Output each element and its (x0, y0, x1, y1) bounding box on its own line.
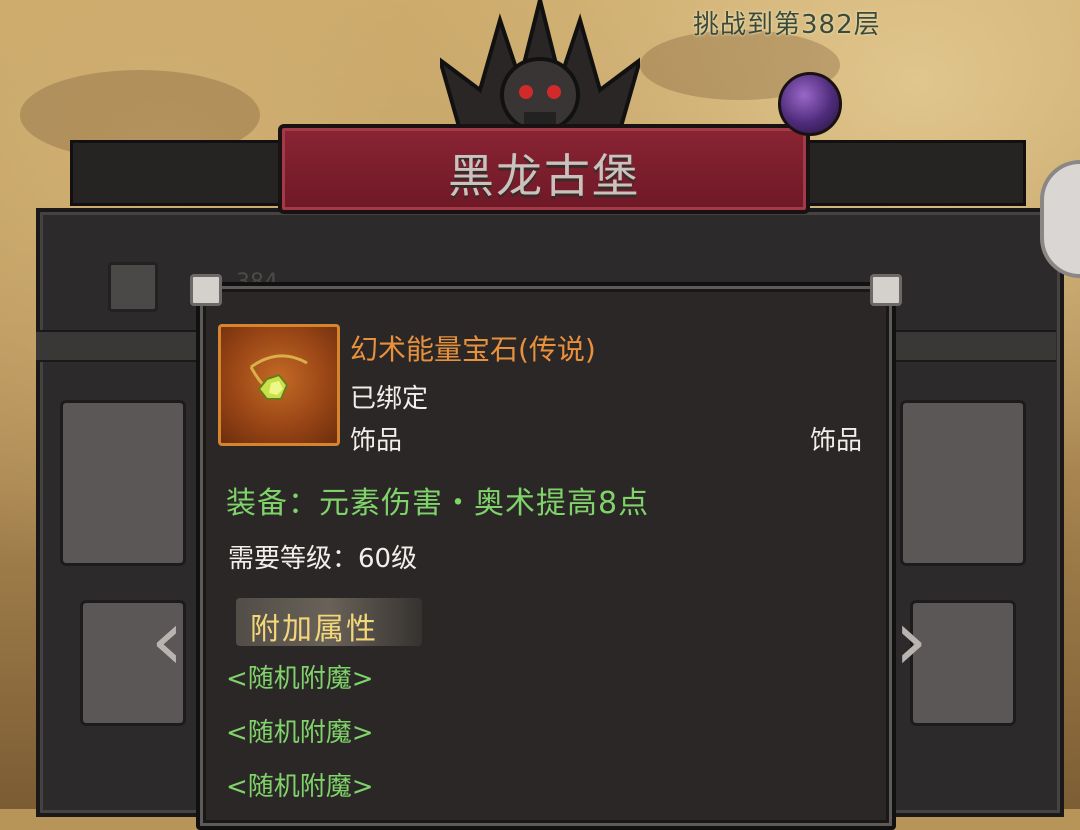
stage-icon[interactable] (108, 262, 158, 312)
dungeon-title: 黑龙古堡 (448, 149, 640, 203)
bound-status: 已绑定 (350, 384, 429, 414)
item-name: 幻术能量宝石(传说) (350, 333, 596, 366)
enchant-slot: <随机附魔> (226, 664, 374, 694)
tooltip-corner (190, 274, 222, 306)
equip-effect: 装备：元素伤害・奥术提高8点 (226, 486, 650, 521)
header-wing-left (70, 140, 306, 206)
item-slot-category: 饰品 (809, 426, 862, 456)
title-banner: 黑龙古堡 (278, 124, 810, 214)
floor-tile (60, 400, 186, 566)
item-tooltip: 幻术能量宝石(传说) 已绑定 饰品 饰品 装备：元素伤害・奥术提高8点 需要等级… (190, 274, 902, 830)
purple-orb-icon (778, 72, 842, 136)
tooltip-corner (870, 274, 902, 306)
challenge-floor-label: 挑战到第382层 (693, 10, 881, 40)
chevron-left-icon[interactable]: ‹ (140, 598, 194, 682)
required-level: 需要等级：60级 (228, 544, 418, 574)
enchant-slot: <随机附魔> (226, 772, 374, 802)
extra-attributes-header: 附加属性 (250, 612, 378, 647)
floor-tile (900, 400, 1026, 566)
item-slot-type: 饰品 (350, 426, 403, 456)
item-icon-frame (218, 324, 340, 446)
skull-crest-icon (440, 0, 640, 133)
gem-necklace-icon (249, 354, 308, 400)
enchant-slot: <随机附魔> (226, 718, 374, 748)
header-wing-right (780, 140, 1026, 206)
side-toggle-button[interactable] (1040, 160, 1080, 278)
